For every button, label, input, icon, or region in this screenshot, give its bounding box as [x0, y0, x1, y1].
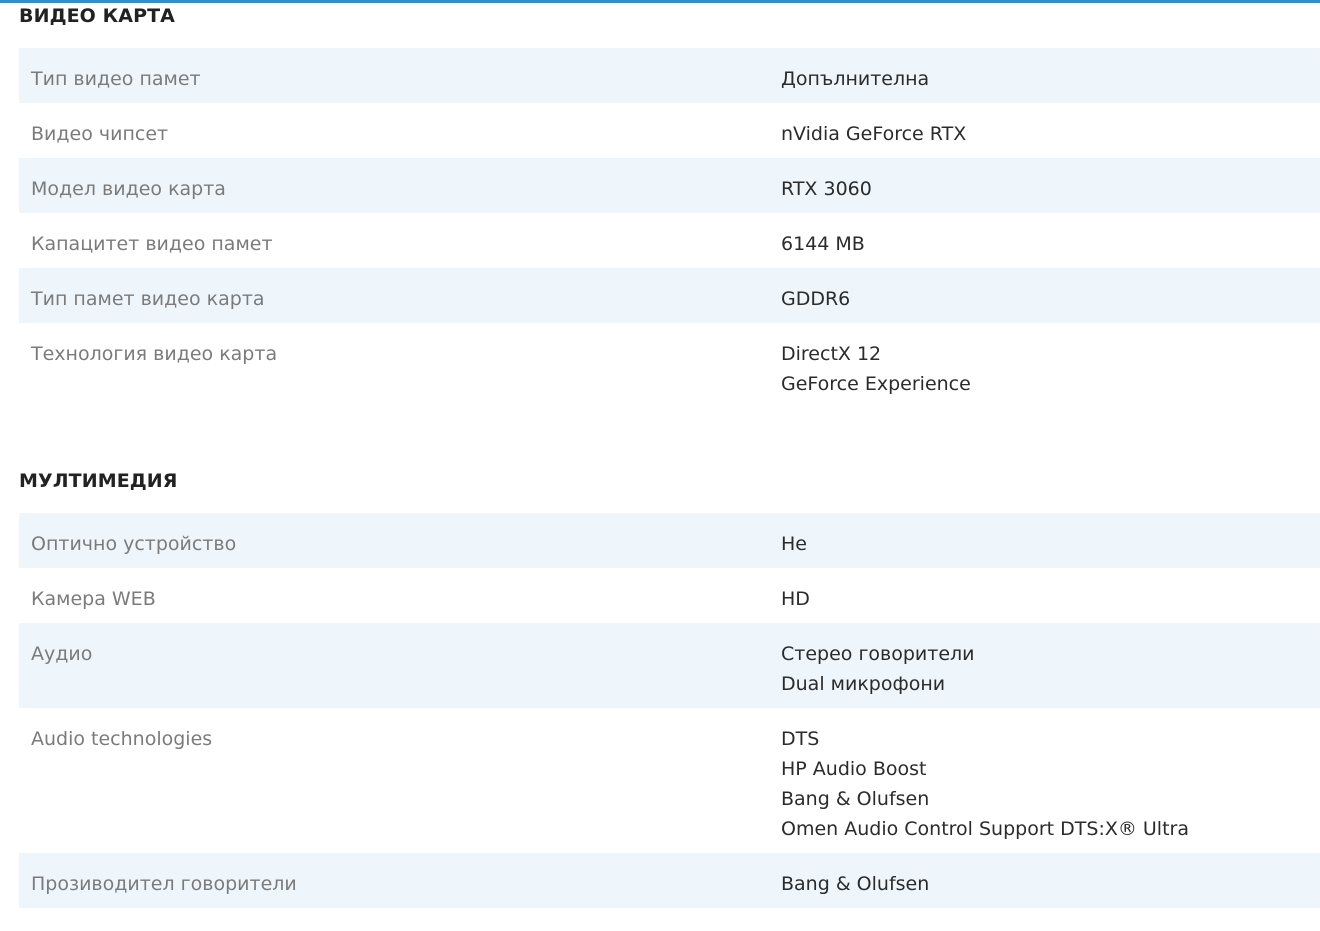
- spec-value: DTS: [781, 728, 820, 750]
- spec-row: Audio technologies DTS HP Audio Boost Ba…: [19, 708, 1320, 853]
- spec-value: HD: [781, 588, 810, 610]
- spec-row: Технология видео карта DirectX 12 GeForc…: [19, 323, 1320, 408]
- spec-value-list: Стерео говорители Dual микрофони: [781, 639, 975, 699]
- spec-value: Dual микрофони: [781, 673, 946, 695]
- spec-table-multimedia: Оптично устройство Не Камера WEB HD Ауди…: [19, 513, 1320, 908]
- spec-value-list: Bang & Olufsen: [781, 869, 929, 899]
- spec-value: Стерео говорители: [781, 643, 975, 665]
- spec-value: GeForce Experience: [781, 373, 971, 395]
- spec-value-list: DirectX 12 GeForce Experience: [781, 339, 971, 399]
- spec-row: Тип памет видео карта GDDR6: [19, 268, 1320, 323]
- spec-row: Капацитет видео памет 6144 MB: [19, 213, 1320, 268]
- spec-value-list: DTS HP Audio Boost Bang & Olufsen Omen A…: [781, 724, 1189, 844]
- spec-label: Оптично устройство: [31, 533, 237, 555]
- spec-row: Оптично устройство Не: [19, 513, 1320, 568]
- spec-label: Audio technologies: [31, 728, 213, 750]
- spec-value: Bang & Olufsen: [781, 788, 930, 810]
- spec-value: 6144 MB: [781, 233, 865, 255]
- spec-row: Аудио Стерео говорители Dual микрофони: [19, 623, 1320, 708]
- spec-value-list: HD: [781, 584, 810, 614]
- spec-value: GDDR6: [781, 288, 851, 310]
- top-accent-line: [0, 0, 1320, 3]
- spec-value-list: Не: [781, 529, 807, 559]
- spec-row: Прозиводител говорители Bang & Olufsen: [19, 853, 1320, 908]
- spec-row: Тип видео памет Допълнителна: [19, 48, 1320, 103]
- section-title-multimedia: МУЛТИМЕДИЯ: [19, 470, 178, 492]
- section-title-video-card: ВИДЕО КАРТА: [19, 5, 175, 27]
- spec-label: Прозиводител говорители: [31, 873, 297, 895]
- spec-value-list: 6144 MB: [781, 229, 865, 259]
- spec-value: RTX 3060: [781, 178, 872, 200]
- spec-value: HP Audio Boost: [781, 758, 927, 780]
- spec-value: nVidia GeForce RTX: [781, 123, 967, 145]
- spec-row: Камера WEB HD: [19, 568, 1320, 623]
- spec-row: Модел видео карта RTX 3060: [19, 158, 1320, 213]
- spec-label: Технология видео карта: [31, 343, 278, 365]
- spec-label: Камера WEB: [31, 588, 156, 610]
- spec-value-list: RTX 3060: [781, 174, 872, 204]
- spec-value: DirectX 12: [781, 343, 882, 365]
- spec-value: Допълнителна: [781, 68, 930, 90]
- spec-value: Omen Audio Control Support DTS:X® Ultra: [781, 818, 1189, 840]
- spec-value-list: nVidia GeForce RTX: [781, 119, 966, 149]
- spec-label: Тип видео памет: [31, 68, 201, 90]
- spec-row: Видео чипсет nVidia GeForce RTX: [19, 103, 1320, 158]
- spec-label: Видео чипсет: [31, 123, 169, 145]
- spec-value-list: Допълнителна: [781, 64, 929, 94]
- spec-label: Капацитет видео памет: [31, 233, 273, 255]
- spec-label: Тип памет видео карта: [31, 288, 265, 310]
- spec-value-list: GDDR6: [781, 284, 850, 314]
- spec-value: Не: [781, 533, 807, 555]
- spec-value: Bang & Olufsen: [781, 873, 930, 895]
- spec-label: Аудио: [31, 643, 93, 665]
- spec-label: Модел видео карта: [31, 178, 226, 200]
- spec-table-video-card: Тип видео памет Допълнителна Видео чипсе…: [19, 48, 1320, 408]
